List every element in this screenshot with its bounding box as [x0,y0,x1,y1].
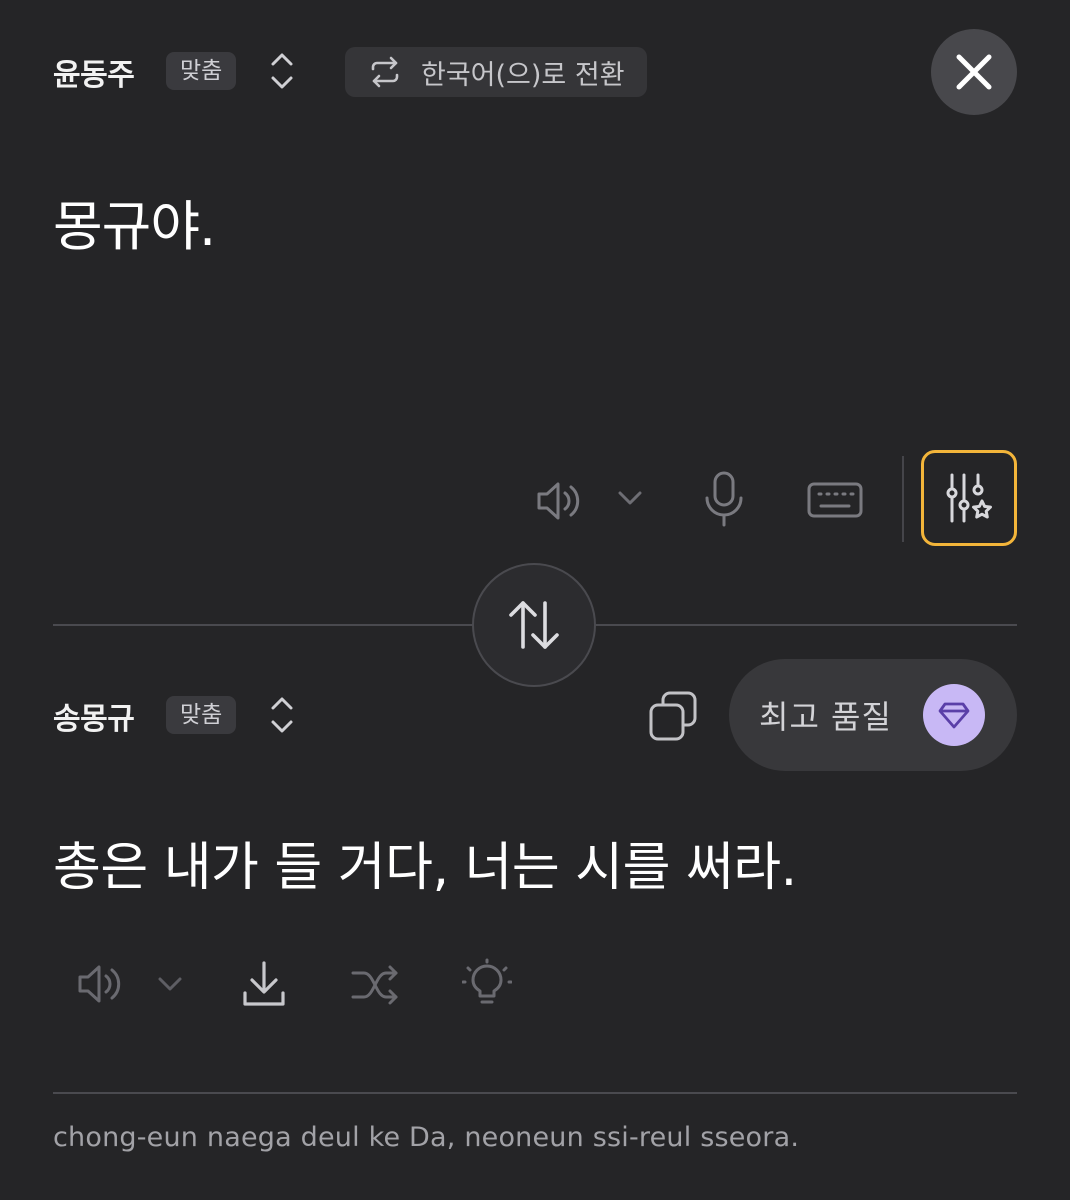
speaker-button[interactable] [533,475,585,527]
copy-icon [647,690,699,742]
close-icon [954,52,994,92]
lightbulb-icon [462,958,512,1010]
switch-language-label: 한국어(으)로 전환 [421,59,625,91]
swap-vertical-icon [504,599,564,651]
repeat-icon [369,56,401,88]
toolbar-divider [902,456,904,542]
target-speaker-options-chevron-icon[interactable] [154,972,186,996]
sliders-star-icon [942,471,996,525]
swap-languages-button[interactable] [472,563,596,687]
download-icon [241,959,287,1009]
quality-selector-button[interactable]: 최고 품질 [729,659,1017,771]
speaker-icon [534,479,584,523]
target-speaker-button[interactable] [74,960,126,1008]
switch-language-button[interactable]: 한국어(으)로 전환 [345,47,647,97]
romanization-text: chong-eun naega deul ke Da, neoneun ssi-… [53,1122,800,1153]
copy-button[interactable] [646,689,700,743]
quality-label: 최고 품질 [759,698,892,736]
source-language-name[interactable]: 윤동주 [53,50,135,94]
speaker-icon [75,962,125,1006]
shuffle-icon [350,962,402,1008]
target-language-name[interactable]: 송몽규 [53,694,135,738]
keyboard-icon [806,481,864,519]
premium-badge [923,684,985,746]
suggestion-button[interactable] [462,958,512,1010]
romanization-divider [53,1092,1017,1094]
speaker-options-chevron-icon[interactable] [614,486,646,510]
source-language-selector-icon[interactable] [269,49,295,93]
translation-settings-button[interactable] [921,450,1017,546]
diamond-icon [937,700,971,730]
target-language-selector-icon[interactable] [269,693,295,737]
download-button[interactable] [240,958,288,1010]
microphone-button[interactable] [700,470,748,528]
close-button[interactable] [931,29,1017,115]
source-language-badge: 맞춤 [166,52,237,90]
shuffle-button[interactable] [350,962,402,1008]
translated-text[interactable]: 총은 내가 들 거다, 너는 시를 써라. [53,825,797,900]
source-text[interactable]: 몽규야. [53,182,216,261]
target-language-badge: 맞춤 [166,696,237,734]
keyboard-button[interactable] [806,480,864,520]
microphone-icon [702,470,746,528]
